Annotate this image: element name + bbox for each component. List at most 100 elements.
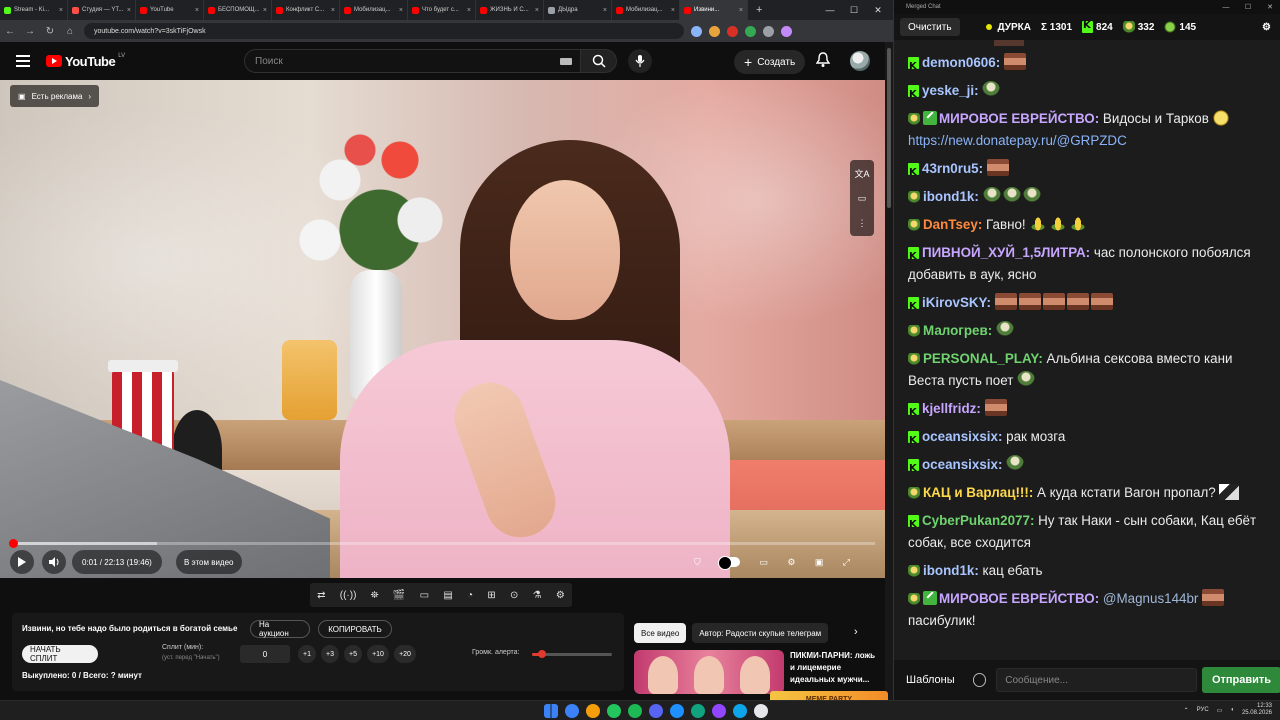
minimize-icon[interactable]: —: [1215, 0, 1237, 14]
reload-icon[interactable]: ↻: [40, 26, 60, 37]
menu-icon[interactable]: [16, 55, 30, 67]
extension-tool-icon[interactable]: ▭: [420, 590, 429, 601]
chapters-button[interactable]: В этом видео: [176, 550, 242, 574]
taskbar-app-icon[interactable]: [586, 704, 600, 718]
taskbar-app-icon[interactable]: [628, 704, 642, 718]
copy-button[interactable]: КОПИРОВАТЬ: [318, 620, 392, 638]
windows-start-icon[interactable]: [544, 704, 558, 718]
maximize-icon[interactable]: ☐: [1237, 0, 1259, 14]
keyboard-icon[interactable]: [560, 58, 572, 65]
home-icon[interactable]: ⌂: [60, 26, 80, 37]
taskbar-app-icon[interactable]: [733, 704, 747, 718]
extension-tool-icon[interactable]: ⊙: [510, 590, 518, 601]
extension-tool-icon[interactable]: ◔: [467, 590, 473, 601]
extension-tool-icon[interactable]: ⚙: [556, 590, 565, 601]
taskbar-app-icon[interactable]: [565, 704, 579, 718]
taskbar-app-icon[interactable]: [691, 704, 705, 718]
chat-message[interactable]: PERSONAL_PLAY: Альбина сексова вместо ка…: [908, 348, 1267, 392]
chat-mention[interactable]: @Magnus144br: [1103, 591, 1198, 606]
tab-close-icon[interactable]: ×: [535, 7, 539, 14]
alert-volume-slider[interactable]: [532, 650, 612, 658]
tab-close-icon[interactable]: ×: [671, 7, 675, 14]
subtitles-icon[interactable]: ▭: [760, 557, 769, 568]
chat-username[interactable]: МИРОВОЕ ЕВРЕЙСТВО: [939, 111, 1095, 126]
browser-tab[interactable]: YouTube ×: [136, 0, 204, 20]
chat-username[interactable]: ibond1k: [923, 563, 974, 578]
close-icon[interactable]: ✕: [866, 0, 890, 20]
chevron-right-icon[interactable]: ›: [854, 626, 858, 638]
filter-chip[interactable]: Все видео: [634, 623, 687, 643]
chat-username[interactable]: ПИВНОЙ_ХУЙ_1,5ЛИТРА: [922, 245, 1086, 260]
tab-close-icon[interactable]: ×: [603, 7, 607, 14]
chat-username[interactable]: CyberPukan2077: [922, 513, 1030, 528]
chat-username[interactable]: PERSONAL_PLAY: [923, 351, 1038, 366]
chat-message[interactable]: 43rn0ru5:: [908, 158, 1267, 184]
split-minutes-input[interactable]: 0: [240, 645, 290, 663]
page-scrollbar[interactable]: [885, 42, 893, 700]
add-to-auction-button[interactable]: На аукцион: [250, 620, 310, 638]
forward-icon[interactable]: →: [20, 26, 40, 37]
shield-icon[interactable]: ⛉: [694, 557, 701, 568]
browser-tab[interactable]: Студия — YT... ×: [68, 0, 136, 20]
start-split-button[interactable]: НАЧАТЬ СПЛИТ: [22, 645, 98, 663]
extension-tool-icon[interactable]: ▤: [443, 590, 452, 601]
play-button[interactable]: [10, 550, 34, 574]
extension-tool-icon[interactable]: 🎬: [393, 590, 405, 601]
chat-messages[interactable]: demon0606: yeske_ji: МИРОВОЕ ЕВРЕЙСТВО: …: [894, 46, 1280, 660]
settings-gear-icon[interactable]: ⚙: [1262, 22, 1271, 33]
more-vertical-icon[interactable]: ⋮: [858, 218, 867, 229]
scrollbar-thumb[interactable]: [887, 48, 891, 208]
taskbar-app-icon[interactable]: [712, 704, 726, 718]
chat-username[interactable]: iKirovSKY: [922, 295, 987, 310]
voice-search-button[interactable]: [628, 49, 652, 73]
chat-message[interactable]: DanTsey: Гавно!: [908, 214, 1267, 236]
maximize-icon[interactable]: ☐: [842, 0, 866, 20]
browser-tab[interactable]: Конфликт С... ×: [272, 0, 340, 20]
chat-message[interactable]: iKirovSKY:: [908, 292, 1267, 318]
notifications-bell-icon[interactable]: [815, 52, 831, 73]
chat-username[interactable]: yeske_ji: [922, 83, 974, 98]
video-progress-bar[interactable]: [8, 539, 875, 548]
chat-message[interactable]: demon0606:: [908, 52, 1267, 78]
chat-link[interactable]: https://new.donatepay.ru/@GRPZDC: [908, 133, 1127, 148]
youtube-logo[interactable]: YouTube LV: [46, 53, 125, 69]
download-icon[interactable]: [763, 25, 774, 37]
tab-close-icon[interactable]: ×: [399, 7, 403, 14]
message-input[interactable]: Сообщение...: [996, 668, 1197, 692]
extension-tool-icon[interactable]: ((·)): [340, 590, 357, 601]
profile-icon[interactable]: [781, 25, 792, 37]
split-increment-button[interactable]: +5: [344, 645, 362, 663]
chat-message[interactable]: Малогрев:: [908, 320, 1267, 342]
chat-username[interactable]: oceansixsix: [922, 429, 998, 444]
extension-icon[interactable]: [709, 25, 720, 37]
browser-tab[interactable]: Что будет с... ×: [408, 0, 476, 20]
chat-username[interactable]: DanTsey: [923, 217, 978, 232]
browser-tab[interactable]: ЖИЗНЬ И С... ×: [476, 0, 544, 20]
network-icon[interactable]: ▭: [1217, 707, 1223, 714]
chat-message[interactable]: МИРОВОЕ ЕВРЕЙСТВО: @Magnus144br пасибули…: [908, 588, 1267, 632]
back-icon[interactable]: ←: [0, 26, 20, 37]
chat-message[interactable]: ibond1k: кац ебать: [908, 560, 1267, 582]
chat-message[interactable]: CyberPukan2077: Ну так Наки - сын собаки…: [908, 510, 1267, 554]
recommended-video-title[interactable]: ПИКМИ-ПАРНИ: ложь и лицемерие идеальных …: [790, 650, 882, 686]
templates-button[interactable]: Шаблоны: [906, 674, 955, 686]
close-icon[interactable]: ✕: [1259, 0, 1280, 14]
chat-message[interactable]: oceansixsix:: [908, 454, 1267, 480]
extension-tool-icon[interactable]: ⇄: [317, 590, 325, 601]
chat-message[interactable]: ibond1k:: [908, 186, 1267, 208]
split-increment-button[interactable]: +3: [321, 645, 339, 663]
tab-close-icon[interactable]: ×: [739, 7, 743, 14]
taskbar-app-icon[interactable]: [649, 704, 663, 718]
extension-icon[interactable]: [691, 25, 702, 37]
clock[interactable]: 12:33 25.08.2026: [1242, 703, 1272, 717]
chat-username[interactable]: КАЦ и Варлац!!!: [923, 485, 1029, 500]
split-increment-button[interactable]: +10: [367, 645, 389, 663]
video-player[interactable]: ▣ Есть реклама › 文A ▭ ⋮ 0:01 / 22:13 (19…: [0, 80, 885, 578]
extension-tool-icon[interactable]: ⛯: [371, 590, 379, 601]
extension-icon[interactable]: [727, 25, 738, 37]
extension-icon[interactable]: [745, 25, 756, 37]
autoplay-toggle[interactable]: [718, 556, 741, 570]
browser-tab[interactable]: Извини... ×: [680, 0, 748, 20]
chat-message[interactable]: kjellfridz:: [908, 398, 1267, 424]
avatar[interactable]: [850, 51, 870, 71]
